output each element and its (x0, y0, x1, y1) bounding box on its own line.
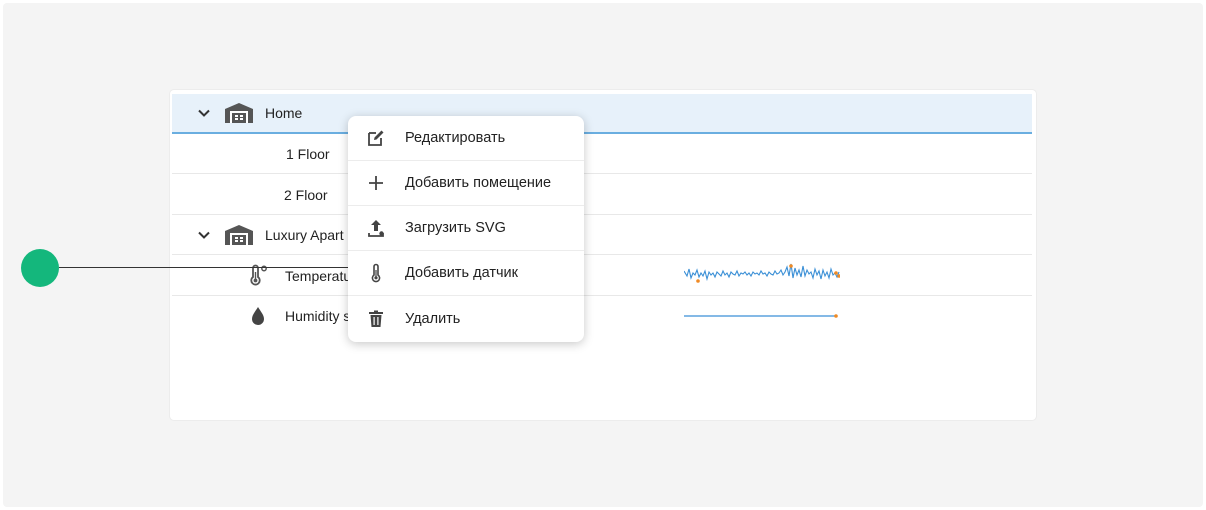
menu-item-label: Удалить (405, 311, 461, 327)
tree-row-label: Home (265, 105, 303, 121)
tree-row-temperature-sensor[interactable]: Temperatu (172, 256, 1032, 296)
tree-row-label: 2 Floor (284, 186, 328, 203)
menu-item-edit[interactable]: Редактировать (348, 116, 584, 161)
tree-row-label: Humidity s (285, 308, 351, 324)
warehouse-icon (225, 103, 253, 123)
tree-row-label: Temperatu (285, 267, 352, 284)
tree-panel: Home 1 Floor 2 Floor Luxury Apart Temper… (170, 90, 1036, 420)
tree-row-humidity-sensor[interactable]: Humidity s (172, 296, 1032, 336)
plus-icon (369, 176, 383, 190)
tree-row-label: 1 Floor (286, 145, 330, 162)
annotation-pointer-line (59, 267, 362, 268)
annotation-marker (21, 249, 59, 287)
menu-item-delete[interactable]: Удалить (348, 296, 584, 342)
chevron-down-icon[interactable] (196, 105, 212, 121)
menu-item-label: Добавить помещение (405, 175, 552, 191)
menu-item-label: Редактировать (405, 130, 506, 146)
temperature-sparkline (684, 263, 840, 283)
water-drop-icon (252, 307, 264, 325)
upload-icon (368, 220, 384, 237)
thermometer-icon (371, 263, 381, 283)
menu-item-upload-svg[interactable]: Загрузить SVG (348, 206, 584, 251)
humidity-sparkline (684, 314, 838, 318)
tree-row-label: Luxury Apart (265, 226, 344, 243)
menu-item-label: Добавить датчик (405, 265, 518, 281)
menu-item-add-sensor[interactable]: Добавить датчик (348, 251, 584, 296)
edit-icon (368, 130, 384, 146)
tree-row-2-floor[interactable]: 2 Floor (172, 175, 1032, 215)
tree-row-1-floor[interactable]: 1 Floor (172, 134, 1032, 174)
trash-icon (369, 310, 383, 327)
warehouse-icon (225, 224, 253, 245)
tree-row-luxury-apart[interactable]: Luxury Apart (172, 215, 1032, 255)
chevron-down-icon[interactable] (196, 227, 212, 243)
context-menu: Редактировать Добавить помещение Загрузи… (348, 116, 584, 342)
tree-row-home[interactable]: Home (172, 94, 1032, 134)
menu-item-label: Загрузить SVG (405, 220, 506, 236)
menu-item-add-room[interactable]: Добавить помещение (348, 161, 584, 206)
